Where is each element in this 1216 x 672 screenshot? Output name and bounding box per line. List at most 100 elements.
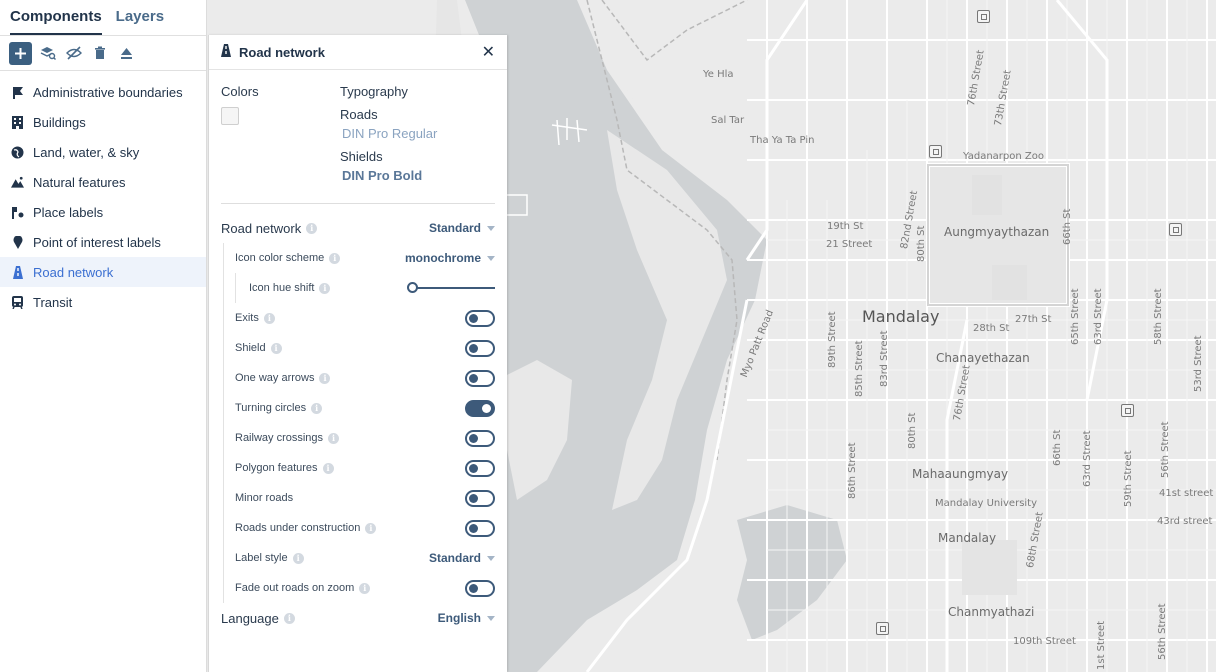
map-poi-icon[interactable] (1169, 223, 1182, 236)
sidebar-item-poi-labels[interactable]: Point of interest labels (0, 227, 206, 257)
map-label-aungmyaythazan: Aungmyaythazan (944, 225, 1050, 239)
info-icon[interactable]: i (311, 402, 323, 414)
roads-font-label: Roads (340, 107, 378, 122)
sidebar-item-label: Transit (33, 294, 73, 310)
label-style-select[interactable]: Standard (429, 551, 495, 565)
sidebar-item-place-labels[interactable]: Place labels (0, 197, 206, 227)
one-way-arrows-toggle[interactable] (465, 369, 495, 387)
info-icon[interactable]: i (365, 522, 377, 534)
slider-handle[interactable] (407, 282, 418, 293)
minor-roads-row: Minor roads (224, 483, 507, 513)
road-network-options: Icon color scheme i monochrome Icon hue … (223, 243, 507, 603)
slider-track (409, 287, 495, 289)
info-icon[interactable]: i (283, 612, 295, 624)
tab-layers[interactable]: Layers (116, 8, 164, 35)
map-label-86th-street: 86th Street (847, 442, 858, 499)
info-icon[interactable]: i (329, 252, 341, 264)
info-icon[interactable]: i (359, 582, 371, 594)
map-poi-icon[interactable] (929, 145, 942, 158)
train-icon (11, 295, 24, 309)
close-icon[interactable]: ✕ (482, 42, 495, 62)
layers-view-icon (40, 47, 56, 60)
fade-out-roads-label: Fade out roads on zoom (235, 582, 355, 594)
map-label-mandalay-city: Mandalay (862, 307, 940, 326)
map-label-66th-st-mid: 66th St (1052, 429, 1063, 466)
language-row: Language i English (209, 603, 507, 633)
map-label-80th-st-top: 80th St (916, 225, 927, 262)
sidebar-item-label: Natural features (33, 174, 126, 190)
map-label-89th-street: 89th Street (827, 311, 838, 368)
roads-under-construction-toggle[interactable] (465, 519, 495, 537)
tab-components[interactable]: Components (10, 8, 102, 35)
sidebar-item-land-water-sky[interactable]: Land, water, & sky (0, 137, 206, 167)
polygon-features-toggle[interactable] (465, 459, 495, 477)
info-icon[interactable]: i (263, 312, 275, 324)
info-icon[interactable]: i (270, 342, 282, 354)
roads-font-link[interactable]: DIN Pro Regular (342, 126, 437, 141)
polygon-features-row: Polygon features i (224, 453, 507, 483)
sidebar-item-buildings[interactable]: Buildings (0, 107, 206, 137)
eject-button[interactable] (116, 43, 136, 63)
pin-icon (11, 235, 24, 249)
shield-toggle[interactable] (465, 339, 495, 357)
road-network-value: Standard (428, 221, 481, 235)
sidebar: Components Layers Administrative boundar… (0, 0, 207, 672)
map-label-mahaaungmyay: Mahaaungmyay (912, 467, 1009, 481)
info-icon[interactable]: i (328, 432, 340, 444)
road-network-select[interactable]: Standard (429, 221, 495, 235)
railway-crossings-label: Railway crossings (235, 432, 324, 444)
eject-icon (120, 47, 132, 59)
icon-color-scheme-select[interactable]: monochrome (405, 251, 495, 265)
one-way-arrows-row: One way arrows i (224, 363, 507, 393)
turning-circles-toggle[interactable] (465, 399, 495, 417)
panel-header: Road network ✕ (209, 35, 507, 70)
layers-view-button[interactable] (38, 43, 58, 63)
map-label-yadanarpon-zoo: Yadanarpon Zoo (963, 151, 1044, 162)
sidebar-item-administrative-boundaries[interactable]: Administrative boundaries (0, 77, 206, 107)
map-label-53rd-street: 53rd Street (1193, 335, 1204, 392)
railway-crossings-row: Railway crossings i (224, 423, 507, 453)
globe-icon (11, 146, 24, 159)
sidebar-item-road-network[interactable]: Road network (0, 257, 206, 287)
fade-out-roads-toggle[interactable] (465, 579, 495, 597)
add-component-button[interactable] (9, 41, 32, 65)
map-label-66th-st-top: 66th St (1062, 208, 1073, 245)
info-icon[interactable]: i (292, 552, 304, 564)
mountain-icon (11, 176, 24, 189)
map-label-sal-tar: Sal Tar (711, 115, 745, 126)
map-label-tha-ya-ta-pin: Tha Ya Ta Pin (750, 135, 815, 146)
sidebar-toolbar (0, 36, 206, 71)
sidebar-item-label: Land, water, & sky (33, 144, 140, 160)
railway-crossings-toggle[interactable] (465, 429, 495, 447)
minor-roads-toggle[interactable] (465, 489, 495, 507)
map-poi-icon[interactable] (1121, 404, 1134, 417)
sidebar-item-transit[interactable]: Transit (0, 287, 206, 317)
color-swatch[interactable] (221, 107, 239, 125)
hide-icon (66, 46, 82, 60)
hide-button[interactable] (64, 43, 84, 63)
building-icon (11, 115, 24, 129)
info-icon[interactable]: i (319, 372, 331, 384)
delete-button[interactable] (90, 43, 110, 63)
road-network-label: Road network (221, 220, 302, 236)
map-label-56th-street-bottom: 56th Street (1157, 603, 1168, 660)
info-icon[interactable]: i (306, 222, 318, 234)
road-icon (11, 265, 24, 279)
exits-toggle[interactable] (465, 309, 495, 327)
exits-row: Exits i (224, 303, 507, 333)
roads-under-construction-label: Roads under construction (235, 522, 361, 534)
info-icon[interactable]: i (319, 282, 331, 294)
map-label-56th-street: 56th Street (1160, 421, 1171, 478)
map-poi-icon[interactable] (977, 10, 990, 23)
language-select[interactable]: English (438, 611, 495, 625)
map-poi-icon[interactable] (876, 622, 889, 635)
shields-font-link[interactable]: DIN Pro Bold (342, 168, 437, 183)
sidebar-item-label: Road network (33, 264, 114, 280)
info-icon[interactable]: i (322, 462, 334, 474)
polygon-features-label: Polygon features (235, 462, 318, 474)
shields-font-label: Shields (340, 149, 383, 164)
road-network-panel: Road network ✕ Colors Typography Roads D… (208, 35, 507, 672)
icon-hue-shift-slider[interactable] (407, 282, 495, 294)
sidebar-item-natural-features[interactable]: Natural features (0, 167, 206, 197)
place-label-icon (11, 206, 24, 219)
